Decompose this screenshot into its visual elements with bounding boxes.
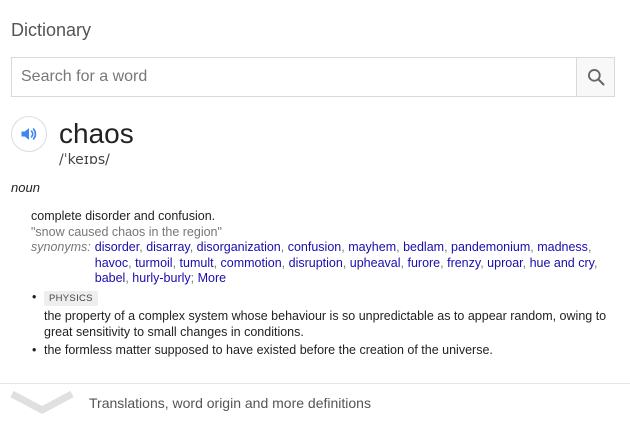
headword: chaos: [59, 118, 134, 149]
synonym-link[interactable]: madness: [537, 240, 588, 254]
synonym-separator: ,: [522, 255, 530, 270]
synonym-link[interactable]: hurly-burly: [132, 271, 190, 285]
entry-header: chaos: [11, 116, 134, 152]
synonym-link[interactable]: upheaval: [350, 256, 401, 270]
subject-tag: PHYSICS: [44, 291, 98, 306]
sense-3-definition: the formless matter supposed to have exi…: [44, 343, 493, 357]
synonym-link[interactable]: tumult: [180, 256, 214, 270]
synonym-link[interactable]: havoc: [95, 256, 128, 270]
synonym-separator: ,: [189, 240, 197, 254]
bullet: •: [32, 343, 37, 357]
more-definitions-label: Translations, word origin and more defin…: [89, 394, 371, 411]
synonym-link[interactable]: turmoil: [135, 256, 173, 270]
sense-2: • PHYSICS the property of a complex syst…: [32, 290, 622, 340]
synonym-link[interactable]: mayhem: [348, 240, 396, 254]
part-of-speech: noun: [11, 180, 40, 195]
synonym-link[interactable]: frenzy: [447, 256, 480, 270]
chevron-down-icon: [10, 388, 74, 418]
synonym-link[interactable]: disruption: [289, 256, 343, 270]
synonym-separator: ,: [342, 255, 350, 270]
synonyms-row: synonyms: disorder, disarray, disorganiz…: [31, 240, 621, 287]
synonym-link[interactable]: disarray: [146, 240, 190, 254]
synonym-link[interactable]: disorganization: [197, 240, 281, 254]
synonyms-label: synonyms:: [31, 240, 91, 254]
search-button[interactable]: [576, 58, 614, 96]
synonym-separator: ,: [281, 255, 289, 270]
bullet: •: [32, 290, 37, 304]
sense-1: complete disorder and confusion. "snow c…: [31, 209, 621, 287]
more-definitions-toggle[interactable]: Translations, word origin and more defin…: [0, 384, 630, 421]
synonym-link[interactable]: uproar: [487, 256, 522, 270]
pronunciation-button[interactable]: [11, 116, 47, 152]
card-title: Dictionary: [11, 20, 92, 40]
synonyms-list: disorder, disarray, disorganization, con…: [95, 240, 621, 287]
search-icon: [587, 69, 604, 86]
synonym-separator: ,: [444, 240, 452, 254]
synonym-link[interactable]: pandemonium: [451, 240, 530, 254]
search-bar: [11, 57, 615, 97]
synonym-separator: ,: [280, 240, 288, 254]
sense-1-definition: complete disorder and confusion.: [31, 209, 216, 223]
synonym-link[interactable]: babel: [95, 271, 126, 285]
synonym-separator: ,: [593, 255, 598, 270]
synonym-link[interactable]: disorder: [95, 240, 139, 254]
sense-1-example: "snow caused chaos in the region": [31, 224, 222, 239]
synonym-separator: ,: [172, 255, 180, 270]
synonym-link[interactable]: furore: [407, 256, 440, 270]
synonym-link[interactable]: confusion: [288, 240, 342, 254]
phonetic-spelling: /ˈkeɪɒs/: [59, 152, 110, 168]
dictionary-card: Dictionary chaos /ˈkeɪɒs/ noun complete …: [0, 0, 630, 421]
search-input[interactable]: [12, 58, 576, 96]
synonym-link[interactable]: bedlam: [403, 240, 444, 254]
synonym-link[interactable]: hue and cry: [530, 256, 594, 270]
synonym-link[interactable]: commotion: [221, 256, 282, 270]
sense-2-definition: the property of a complex system whose b…: [44, 309, 607, 339]
synonym-separator: ;: [190, 271, 198, 285]
more-synonyms-link[interactable]: More: [198, 271, 226, 285]
synonym-separator: ,: [213, 255, 221, 270]
synonym-separator: ,: [587, 240, 592, 254]
sense-3: • the formless matter supposed to have e…: [32, 343, 622, 359]
speaker-icon: [21, 128, 37, 140]
